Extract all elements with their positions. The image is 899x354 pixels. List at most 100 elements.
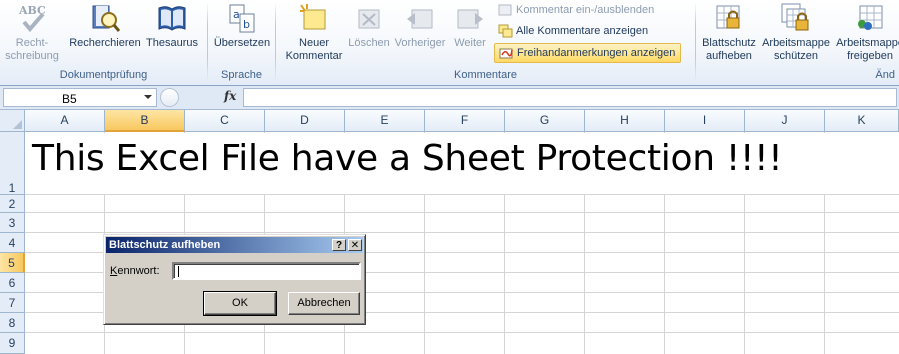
column-header[interactable]: C bbox=[185, 110, 265, 132]
show-all-comments-icon bbox=[498, 24, 513, 38]
spellcheck-abc-icon: ABC bbox=[16, 2, 48, 34]
new-comment-icon bbox=[298, 2, 330, 34]
group-label-proofing: Dokumentprüfung bbox=[59, 69, 148, 81]
select-all-triangle-icon bbox=[13, 120, 22, 129]
ink-annotations-label: Freihandanmerkungen anzeigen bbox=[517, 47, 676, 59]
share-workbook-label-2: freigeben bbox=[847, 50, 893, 62]
unprotect-sheet-button[interactable]: Blattschutz aufheben bbox=[698, 2, 760, 63]
spelling-button[interactable]: ABC Recht- schreibung bbox=[4, 2, 60, 63]
close-button[interactable]: ✕ bbox=[348, 239, 362, 251]
unprotect-sheet-label-1: Blattschutz bbox=[702, 37, 756, 49]
group-comments: Neuer Kommentar Löschen Vorheriger Weite… bbox=[276, 0, 695, 84]
grid-line bbox=[25, 212, 899, 213]
password-field[interactable] bbox=[172, 262, 361, 280]
column-header[interactable]: H bbox=[585, 110, 665, 132]
ok-button[interactable]: OK bbox=[203, 291, 277, 316]
research-label: Recherchieren bbox=[69, 37, 141, 49]
protect-workbook-label-1: Arbeitsmappe bbox=[762, 37, 830, 49]
group-label-language: Sprache bbox=[221, 69, 262, 81]
group-label-changes: Änd bbox=[875, 69, 895, 81]
column-header[interactable]: J bbox=[745, 110, 825, 132]
previous-comment-button[interactable]: Vorheriger bbox=[392, 2, 448, 50]
ink-annotations-icon bbox=[499, 46, 514, 60]
cancel-button[interactable]: Abbrechen bbox=[288, 292, 360, 315]
dialog-title-bar[interactable]: Blattschutz aufheben ? ✕ bbox=[106, 237, 363, 253]
column-header[interactable]: E bbox=[345, 110, 425, 132]
new-comment-button[interactable]: Neuer Kommentar bbox=[282, 2, 346, 63]
research-book-icon bbox=[89, 2, 121, 34]
group-label-comments: Kommentare bbox=[454, 69, 517, 81]
row-header[interactable]: 3 bbox=[0, 213, 25, 233]
translate-label: Übersetzen bbox=[213, 37, 271, 49]
translate-button[interactable]: a b Übersetzen bbox=[211, 2, 273, 50]
formula-controls: fx bbox=[160, 88, 242, 107]
delete-comment-icon bbox=[353, 2, 385, 34]
previous-comment-label: Vorheriger bbox=[394, 37, 446, 49]
ribbon: ABC Recht- schreibung Recherchieren Thes… bbox=[0, 0, 899, 86]
protect-workbook-button[interactable]: Arbeitsmappe schützen bbox=[760, 2, 832, 63]
grid-line bbox=[25, 332, 899, 333]
row-header[interactable]: 5 bbox=[0, 253, 25, 273]
unprotect-sheet-label-2: aufheben bbox=[706, 50, 752, 62]
column-header[interactable]: A bbox=[25, 110, 105, 132]
show-all-comments-label: Alle Kommentare anzeigen bbox=[516, 25, 649, 37]
unprotect-sheet-lock-icon bbox=[713, 2, 745, 34]
spelling-label-1: Recht- bbox=[15, 37, 49, 49]
toggle-comment-label: Kommentar ein-/ausblenden bbox=[516, 4, 655, 16]
resize-handle[interactable] bbox=[160, 88, 179, 107]
column-header[interactable]: K bbox=[825, 110, 899, 132]
formula-bar: B5 fx bbox=[0, 86, 899, 110]
help-button[interactable]: ? bbox=[332, 239, 346, 251]
delete-comment-button[interactable]: Löschen bbox=[346, 2, 392, 50]
group-changes: Blattschutz aufheben Arbeitsmappe schütz… bbox=[696, 0, 899, 84]
name-box[interactable]: B5 bbox=[3, 88, 157, 107]
formula-input[interactable] bbox=[243, 88, 897, 107]
row-header[interactable]: 8 bbox=[0, 313, 25, 333]
column-header[interactable]: B bbox=[105, 110, 185, 132]
cell-a1-text[interactable]: This Excel File have a Sheet Protection … bbox=[32, 138, 783, 179]
ink-annotations-button[interactable]: Freihandanmerkungen anzeigen bbox=[494, 43, 682, 63]
insert-function-icon[interactable]: fx bbox=[224, 89, 236, 103]
toggle-comment-button[interactable]: Kommentar ein-/ausblenden bbox=[494, 1, 659, 21]
group-proofing: ABC Recht- schreibung Recherchieren Thes… bbox=[0, 0, 207, 84]
next-comment-icon bbox=[454, 2, 486, 34]
row-header[interactable]: 7 bbox=[0, 293, 25, 313]
row-header[interactable]: 2 bbox=[0, 195, 25, 213]
protect-workbook-lock-icon bbox=[780, 2, 812, 34]
unprotect-sheet-dialog: Blattschutz aufheben ? ✕ Kennwort: OK Ab… bbox=[103, 234, 366, 325]
password-label: Kennwort: bbox=[110, 265, 160, 277]
column-header[interactable]: F bbox=[425, 110, 505, 132]
show-all-comments-button[interactable]: Alle Kommentare anzeigen bbox=[494, 22, 653, 42]
svg-text:a: a bbox=[233, 8, 240, 21]
research-button[interactable]: Recherchieren bbox=[66, 2, 144, 50]
svg-text:b: b bbox=[243, 18, 250, 31]
thesaurus-label: Thesaurus bbox=[146, 37, 198, 49]
share-workbook-button[interactable]: Arbeitsmappe freigeben bbox=[834, 2, 899, 63]
new-comment-label-2: Kommentar bbox=[285, 50, 343, 62]
row-header[interactable]: 6 bbox=[0, 273, 25, 293]
password-label-text: ennwort: bbox=[117, 265, 160, 277]
next-comment-label: Weiter bbox=[454, 37, 486, 49]
row-header[interactable]: 9 bbox=[0, 333, 25, 354]
column-header[interactable]: I bbox=[665, 110, 745, 132]
next-comment-button[interactable]: Weiter bbox=[448, 2, 492, 50]
column-header[interactable]: G bbox=[505, 110, 585, 132]
select-all-corner[interactable] bbox=[0, 110, 25, 132]
name-box-value: B5 bbox=[62, 92, 77, 106]
column-header[interactable]: D bbox=[265, 110, 345, 132]
chevron-down-icon[interactable] bbox=[144, 95, 152, 99]
row-header[interactable]: 1 bbox=[0, 132, 25, 195]
thesaurus-button[interactable]: Thesaurus bbox=[144, 2, 200, 50]
grid-line bbox=[25, 232, 899, 233]
group-language: a b Übersetzen Sprache bbox=[208, 0, 275, 84]
thesaurus-book-icon bbox=[156, 2, 188, 34]
share-workbook-icon bbox=[854, 2, 886, 34]
grid-line bbox=[25, 194, 899, 195]
row-header[interactable]: 4 bbox=[0, 233, 25, 253]
share-workbook-label-1: Arbeitsmappe bbox=[836, 37, 899, 49]
translate-icon: a b bbox=[226, 2, 258, 34]
new-comment-label-1: Neuer bbox=[299, 37, 329, 49]
previous-comment-icon bbox=[404, 2, 436, 34]
text-caret bbox=[178, 266, 179, 277]
delete-comment-label: Löschen bbox=[348, 37, 390, 49]
